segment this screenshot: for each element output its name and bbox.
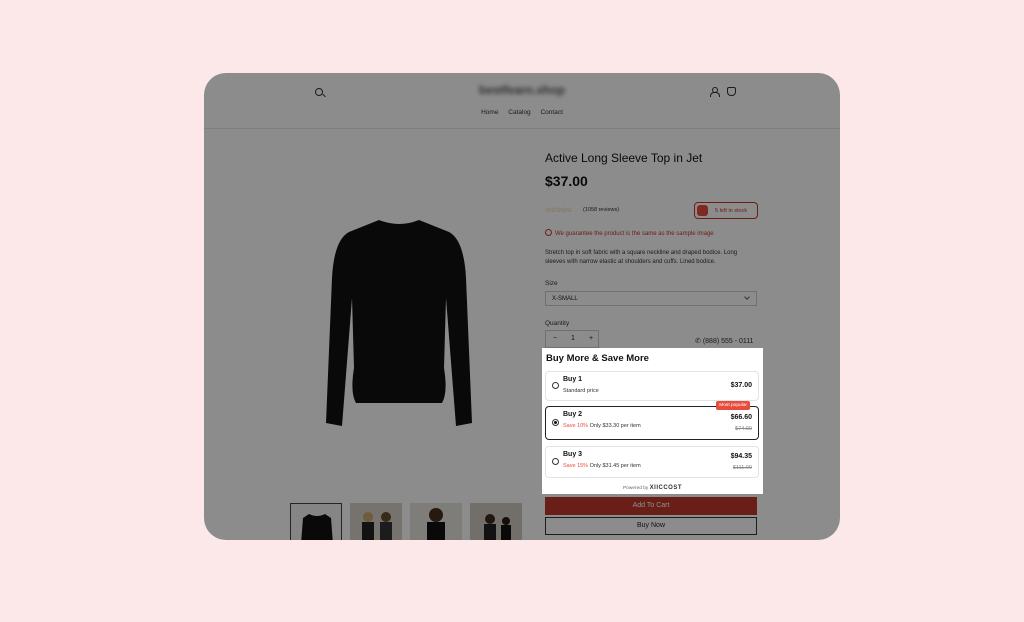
bundle-option-buy-1[interactable]: Buy 1 Standard price $37.00 bbox=[545, 371, 759, 401]
save-percent: Save 10% bbox=[563, 423, 589, 429]
account-icon[interactable] bbox=[710, 87, 720, 97]
option-title: Buy 2 bbox=[563, 411, 583, 418]
option-subtitle: Save 15% Only $31.45 per item bbox=[563, 463, 641, 469]
quantity-label: Quantity bbox=[545, 320, 570, 327]
most-popular-badge: Most popular bbox=[716, 401, 750, 410]
option-title: Buy 1 bbox=[563, 376, 583, 383]
quantity-increase-button[interactable]: + bbox=[582, 331, 600, 347]
size-select[interactable]: X-SMALL bbox=[545, 291, 757, 306]
product-price: $37.00 bbox=[545, 173, 588, 189]
check-circle-icon bbox=[545, 229, 552, 236]
bell-icon bbox=[697, 205, 708, 216]
quantity-stepper: − 1 + bbox=[545, 330, 599, 348]
quantity-decrease-button[interactable]: − bbox=[546, 331, 564, 347]
per-item-text: Only $33.30 per item bbox=[589, 423, 641, 429]
main-nav: Home Catalog Contact bbox=[204, 109, 840, 116]
widget-title: Buy More & Save More bbox=[546, 353, 649, 364]
option-price: $66.60 bbox=[730, 414, 752, 421]
stock-text: 5 left in stock bbox=[715, 208, 748, 214]
size-value: X-SMALL bbox=[552, 296, 578, 302]
phone-contact[interactable]: ✆ (888) 555 - 0111 bbox=[695, 337, 754, 345]
stock-badge: 5 left in stock bbox=[694, 202, 758, 219]
star-rating-icon: ☆☆☆☆☆ bbox=[545, 207, 572, 214]
quantity-value[interactable]: 1 bbox=[564, 331, 582, 347]
radio-checked-icon[interactable] bbox=[552, 419, 559, 426]
option-title: Buy 3 bbox=[563, 451, 583, 458]
bundle-widget: Buy More & Save More Buy 1 Standard pric… bbox=[542, 348, 763, 494]
radio-icon[interactable] bbox=[552, 382, 559, 389]
nav-home[interactable]: Home bbox=[481, 109, 498, 116]
product-image bbox=[326, 220, 472, 426]
brand-logo: XIICCOST bbox=[649, 485, 683, 491]
nav-catalog[interactable]: Catalog bbox=[508, 109, 530, 116]
shop-logo[interactable]: bestfearn.shop bbox=[204, 83, 840, 97]
product-description: Stretch top in soft fabric with a square… bbox=[545, 250, 738, 265]
option-old-price: $74.00 bbox=[735, 426, 752, 432]
option-subtitle: Standard price bbox=[563, 388, 599, 394]
add-to-cart-button[interactable]: Add To Cart bbox=[545, 497, 757, 515]
phone-icon: ✆ bbox=[695, 338, 701, 345]
thumbnail-2[interactable] bbox=[350, 503, 402, 540]
option-price: $94.35 bbox=[730, 453, 752, 460]
guarantee-text: We guarantee the product is the same as … bbox=[555, 231, 714, 237]
store-header: bestfearn.shop Home Catalog Contact bbox=[204, 73, 840, 129]
save-percent: Save 15% bbox=[563, 463, 589, 469]
size-label: Size bbox=[545, 280, 558, 287]
thumbnail-1[interactable] bbox=[290, 503, 342, 540]
option-subtitle: Save 10% Only $33.30 per item bbox=[563, 423, 641, 429]
powered-by: Powered by XIICCOST bbox=[542, 485, 763, 491]
cart-icon[interactable] bbox=[727, 87, 736, 96]
powered-by-text: Powered by bbox=[622, 486, 649, 491]
phone-number: (888) 555 - 0111 bbox=[702, 338, 754, 345]
bundle-option-buy-2[interactable]: Most popular Buy 2 Save 10% Only $33.30 … bbox=[545, 401, 759, 440]
guarantee-note: We guarantee the product is the same as … bbox=[545, 229, 714, 237]
product-title: Active Long Sleeve Top in Jet bbox=[545, 151, 703, 165]
nav-contact[interactable]: Contact bbox=[540, 109, 562, 116]
thumbnail-3[interactable] bbox=[410, 503, 462, 540]
thumbnail-4[interactable] bbox=[470, 503, 522, 540]
review-count[interactable]: (1058 reviews) bbox=[583, 207, 619, 213]
buy-now-button[interactable]: Buy Now bbox=[545, 517, 757, 535]
per-item-text: Only $31.45 per item bbox=[589, 463, 641, 469]
chevron-down-icon bbox=[744, 294, 750, 300]
option-price: $37.00 bbox=[730, 382, 752, 389]
bundle-option-buy-3[interactable]: Buy 3 Save 15% Only $31.45 per item $94.… bbox=[545, 446, 759, 478]
radio-icon[interactable] bbox=[552, 458, 559, 465]
option-old-price: $111.00 bbox=[732, 465, 752, 471]
